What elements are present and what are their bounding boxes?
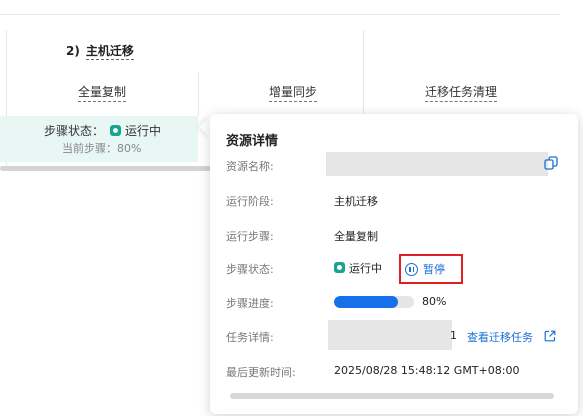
- running-status-icon: [110, 125, 122, 136]
- step-status-card[interactable]: 步骤状态： 运行中 当前步骤：80%: [0, 116, 198, 162]
- stage-label: 运行阶段:: [226, 195, 274, 208]
- external-link-icon[interactable]: [544, 330, 556, 342]
- progress-label: 步骤进度:: [226, 297, 274, 310]
- status-label: 步骤状态:: [226, 263, 274, 276]
- card-status-label: 步骤状态：: [44, 124, 105, 138]
- stage-name: 主机迁移: [85, 44, 134, 60]
- stage-number: 2): [66, 44, 80, 58]
- pause-circle-icon: [405, 262, 418, 276]
- status-value-text: 运行中: [349, 262, 382, 275]
- popover-scrollbar[interactable]: [230, 393, 554, 399]
- pause-label: 暂停: [423, 263, 445, 276]
- popover-title: 资源详情: [226, 134, 279, 149]
- status-value: 运行中: [334, 260, 382, 276]
- running-status-icon: [334, 262, 345, 273]
- card-status-value: 运行中: [125, 124, 162, 138]
- resource-name-value-masked: [326, 152, 548, 176]
- task-id-masked: [328, 320, 452, 350]
- step-full-copy[interactable]: 全量复制: [78, 83, 127, 102]
- step-value: 全量复制: [334, 230, 378, 243]
- progress-value: 80%: [422, 295, 447, 308]
- card-current-step-line: 当前步骤：80%: [62, 140, 141, 156]
- task-details-label: 任务详情:: [226, 331, 274, 344]
- progress-bar: [334, 296, 414, 308]
- step-task-cleanup[interactable]: 迁移任务清理: [425, 83, 498, 102]
- pause-button[interactable]: 暂停: [399, 254, 463, 284]
- card-current-step-value: 80%: [117, 142, 142, 155]
- horizontal-scrollbar[interactable]: [0, 166, 220, 171]
- last-updated-label: 最后更新时间:: [226, 366, 296, 379]
- copy-icon[interactable]: [544, 156, 558, 170]
- task-id-tail: 1: [450, 329, 457, 342]
- progress-bar-fill: [334, 296, 398, 308]
- step-label: 运行步骤:: [226, 230, 274, 243]
- card-status-line: 步骤状态： 运行中: [44, 122, 161, 139]
- step-incremental-sync[interactable]: 增量同步: [269, 83, 318, 102]
- view-migration-task-link[interactable]: 查看迁移任务: [467, 329, 533, 345]
- resource-name-label: 资源名称:: [226, 160, 274, 173]
- resource-details-popover: 资源详情 资源名称: 运行阶段: 主机迁移 运行步骤: 全量复制 步骤状态: 运…: [210, 114, 578, 414]
- top-divider: [0, 14, 560, 15]
- stage-title[interactable]: 2) 主机迁移: [66, 42, 134, 60]
- card-current-step-label: 当前步骤：: [62, 142, 117, 155]
- step-divider: [198, 72, 199, 116]
- stage-value: 主机迁移: [334, 195, 378, 208]
- last-updated-value: 2025/08/28 15:48:12 GMT+08:00: [334, 364, 520, 377]
- migration-workflow-page: 2) 主机迁移 全量复制 增量同步 迁移任务清理 步骤状态： 运行中 当前步骤：80…: [0, 0, 583, 416]
